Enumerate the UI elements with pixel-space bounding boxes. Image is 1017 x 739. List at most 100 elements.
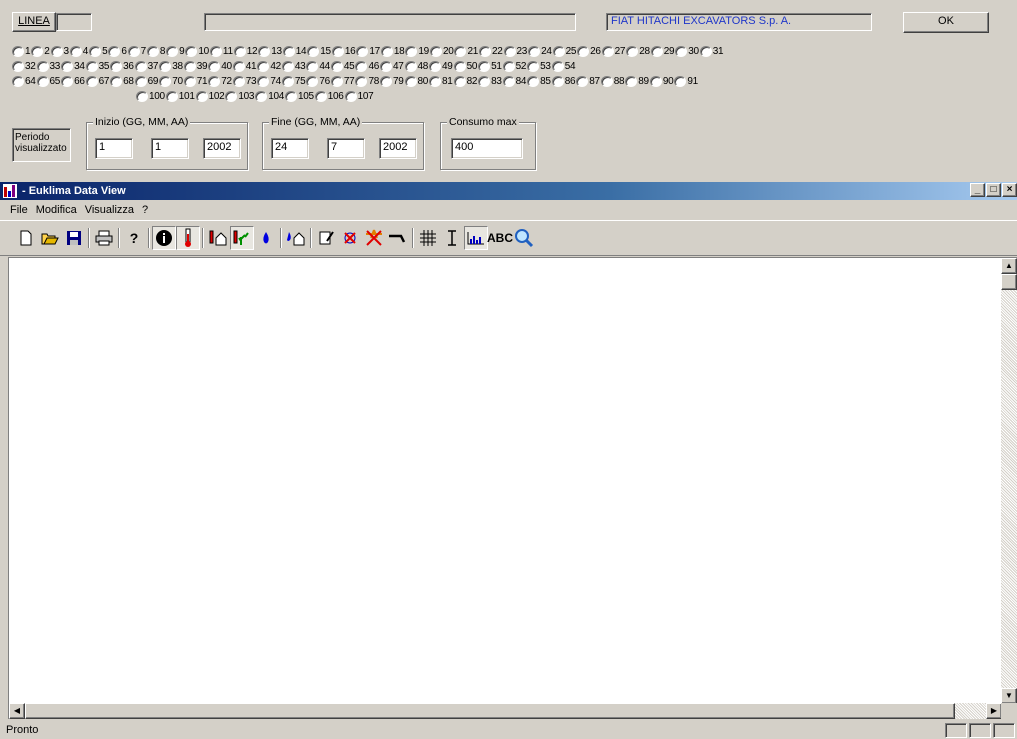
line-radio-105[interactable]: 105	[284, 90, 314, 104]
radio-circle[interactable]	[429, 61, 442, 72]
radio-circle[interactable]	[379, 76, 392, 87]
radio-circle[interactable]	[479, 46, 492, 57]
line-radio-23[interactable]: 23	[503, 45, 527, 59]
vertical-scrollbar[interactable]: ▲ ▼	[1001, 258, 1017, 704]
horizontal-scrollbar[interactable]: ◀ ▶	[9, 703, 1002, 719]
horizontal-scroll-thumb[interactable]	[25, 703, 955, 719]
radio-circle[interactable]	[306, 76, 319, 87]
radio-circle[interactable]	[344, 91, 357, 102]
radio-circle[interactable]	[255, 91, 268, 102]
line-radio-15[interactable]: 15	[307, 45, 331, 59]
linea-field[interactable]	[56, 13, 92, 31]
scroll-left-icon[interactable]: ◀	[9, 703, 25, 719]
radio-circle[interactable]	[12, 61, 24, 72]
radio-circle[interactable]	[69, 46, 82, 57]
line-radio-7[interactable]: 7	[127, 45, 146, 59]
line-radio-41[interactable]: 41	[232, 60, 257, 74]
radio-circle[interactable]	[183, 76, 196, 87]
line-radio-53[interactable]: 53	[527, 60, 551, 74]
line-radio-87[interactable]: 87	[576, 75, 600, 89]
radio-circle[interactable]	[404, 76, 417, 87]
radio-circle[interactable]	[404, 61, 417, 72]
radio-circle[interactable]	[675, 46, 688, 57]
radio-circle[interactable]	[699, 46, 712, 57]
radio-circle[interactable]	[307, 46, 320, 57]
radio-circle[interactable]	[551, 61, 564, 72]
line-radio-24[interactable]: 24	[528, 45, 552, 59]
line-radio-8[interactable]: 8	[146, 45, 165, 59]
line-radio-6[interactable]: 6	[108, 45, 127, 59]
radio-circle[interactable]	[85, 76, 98, 87]
radio-circle[interactable]	[429, 76, 442, 87]
line-radio-13[interactable]: 13	[258, 45, 282, 59]
line-radio-31[interactable]: 31	[699, 45, 724, 59]
line-radio-19[interactable]: 19	[405, 45, 429, 59]
line-radio-36[interactable]: 36	[110, 60, 134, 74]
line-radio-10[interactable]: 10	[185, 45, 209, 59]
ok-button[interactable]: OK	[903, 12, 989, 33]
open-icon[interactable]	[38, 226, 62, 250]
line-radio-20[interactable]: 20	[429, 45, 454, 59]
new-icon[interactable]	[14, 226, 38, 250]
radio-circle[interactable]	[165, 91, 178, 102]
radio-circle[interactable]	[258, 46, 271, 57]
menu-visualizza[interactable]: Visualizza	[81, 201, 138, 219]
radio-circle[interactable]	[625, 76, 638, 87]
radio-circle[interactable]	[379, 61, 392, 72]
text-icon[interactable]: ABC	[487, 226, 513, 250]
line-radio-26[interactable]: 26	[577, 45, 601, 59]
line-radio-68[interactable]: 68	[110, 75, 134, 89]
line-radio-77[interactable]: 77	[330, 75, 355, 89]
radio-circle[interactable]	[528, 46, 541, 57]
line-radio-106[interactable]: 106	[314, 90, 344, 104]
radio-circle[interactable]	[576, 76, 589, 87]
radio-circle[interactable]	[281, 61, 294, 72]
height-icon[interactable]	[440, 226, 464, 250]
radio-circle[interactable]	[331, 46, 344, 57]
radio-circle[interactable]	[108, 46, 121, 57]
line-radio-73[interactable]: 73	[232, 75, 257, 89]
line-radio-70[interactable]: 70	[159, 75, 183, 89]
thermometer-icon[interactable]	[176, 226, 200, 250]
radio-circle[interactable]	[146, 46, 159, 57]
radio-circle[interactable]	[31, 46, 44, 57]
line-radio-43[interactable]: 43	[281, 60, 306, 74]
line-radio-103[interactable]: 103	[225, 90, 254, 104]
radio-circle[interactable]	[225, 91, 238, 102]
radio-circle[interactable]	[527, 61, 540, 72]
line-radio-44[interactable]: 44	[306, 60, 330, 74]
scroll-up-icon[interactable]: ▲	[1001, 258, 1017, 274]
line-radio-45[interactable]: 45	[330, 60, 355, 74]
radio-circle[interactable]	[306, 61, 319, 72]
radio-circle[interactable]	[577, 46, 590, 57]
save-icon[interactable]	[62, 226, 86, 250]
line-radio-5[interactable]: 5	[89, 45, 108, 59]
line-radio-22[interactable]: 22	[479, 45, 503, 59]
maximize-icon[interactable]: □	[986, 183, 1001, 197]
info-icon[interactable]	[152, 226, 176, 250]
line-radio-2[interactable]: 2	[31, 45, 50, 59]
minimize-icon[interactable]: _	[970, 183, 985, 197]
line-radio-81[interactable]: 81	[429, 75, 453, 89]
radio-circle[interactable]	[502, 61, 515, 72]
vertical-scroll-thumb[interactable]	[1001, 274, 1017, 290]
radio-circle[interactable]	[183, 61, 196, 72]
radio-circle[interactable]	[478, 76, 491, 87]
radio-circle[interactable]	[127, 46, 140, 57]
radio-circle[interactable]	[232, 76, 245, 87]
line-radio-14[interactable]: 14	[282, 45, 307, 59]
radio-circle[interactable]	[355, 61, 368, 72]
radio-circle[interactable]	[61, 61, 74, 72]
radio-circle[interactable]	[503, 46, 516, 57]
line-radio-72[interactable]: 72	[208, 75, 232, 89]
star-cross-icon[interactable]	[362, 226, 386, 250]
line-radio-107[interactable]: 107	[344, 90, 374, 104]
fine-gg-input[interactable]: 24	[271, 138, 309, 159]
close-icon[interactable]: ×	[1002, 183, 1017, 197]
inizio-mm-input[interactable]: 1	[151, 138, 189, 159]
radio-circle[interactable]	[36, 76, 49, 87]
menu-file[interactable]: File	[0, 201, 32, 219]
radio-circle[interactable]	[314, 91, 327, 102]
line-radio-11[interactable]: 11	[209, 45, 233, 59]
radio-circle[interactable]	[502, 76, 515, 87]
